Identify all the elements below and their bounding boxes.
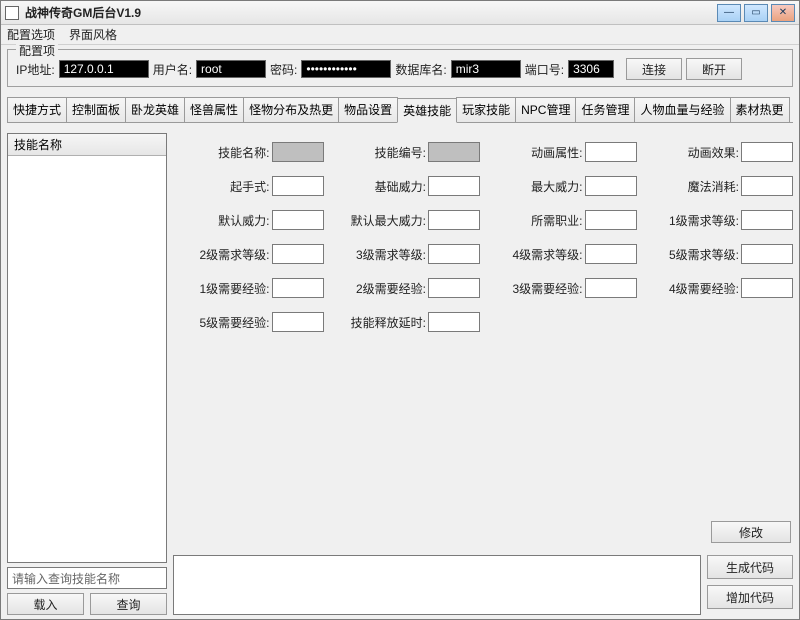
def-power-field[interactable] bbox=[272, 210, 324, 230]
left-column: 技能名称 请输入查询技能名称 载入 查询 bbox=[7, 133, 167, 615]
app-icon bbox=[5, 6, 19, 20]
window-title: 战神传奇GM后台V1.9 bbox=[25, 4, 717, 21]
config-legend: 配置项 bbox=[16, 42, 58, 59]
connect-button[interactable]: 连接 bbox=[626, 58, 682, 80]
skill-list-header: 技能名称 bbox=[8, 134, 166, 156]
tab-npc[interactable]: NPC管理 bbox=[515, 97, 576, 122]
lv4-req-field[interactable] bbox=[585, 244, 637, 264]
tabstrip: 快捷方式 控制面板 卧龙英雄 怪兽属性 怪物分布及热更 物品设置 英雄技能 玩家… bbox=[7, 97, 793, 123]
startup-field[interactable] bbox=[272, 176, 324, 196]
tab-control[interactable]: 控制面板 bbox=[66, 97, 126, 122]
right-column: 技能名称: 技能编号: 动画属性: 动画效果: 起手式: 基础威力: 最大威力:… bbox=[173, 133, 793, 615]
query-button[interactable]: 查询 bbox=[90, 593, 167, 615]
bottom-row: 生成代码 增加代码 bbox=[173, 555, 793, 615]
client-area: 配置项 IP地址: 用户名: 密码: 数据库名: 端口号: 连接 断开 快捷方式… bbox=[1, 45, 799, 619]
user-input[interactable] bbox=[196, 60, 266, 78]
modify-button[interactable]: 修改 bbox=[711, 521, 791, 543]
form-grid: 技能名称: 技能编号: 动画属性: 动画效果: 起手式: 基础威力: 最大威力:… bbox=[173, 133, 793, 513]
cast-delay-field[interactable] bbox=[428, 312, 480, 332]
tab-body: 技能名称 请输入查询技能名称 载入 查询 技能名称: 技能编号: 动画属性: 动… bbox=[7, 127, 793, 615]
lv3-exp-field[interactable] bbox=[585, 278, 637, 298]
skill-name-field[interactable] bbox=[272, 142, 324, 162]
lv5-req-field[interactable] bbox=[741, 244, 793, 264]
add-code-button[interactable]: 增加代码 bbox=[707, 585, 793, 609]
search-input[interactable]: 请输入查询技能名称 bbox=[7, 567, 167, 589]
base-power-field[interactable] bbox=[428, 176, 480, 196]
anim-attr-field[interactable] bbox=[585, 142, 637, 162]
tab-monster-attr[interactable]: 怪兽属性 bbox=[184, 97, 244, 122]
ip-input[interactable] bbox=[59, 60, 149, 78]
req-job-field[interactable] bbox=[585, 210, 637, 230]
user-label: 用户名: bbox=[153, 61, 192, 78]
lv2-exp-field[interactable] bbox=[428, 278, 480, 298]
db-label: 数据库名: bbox=[395, 61, 446, 78]
lv1-exp-field[interactable] bbox=[272, 278, 324, 298]
load-button[interactable]: 载入 bbox=[7, 593, 84, 615]
menu-style[interactable]: 界面风格 bbox=[69, 26, 117, 43]
lv4-exp-field[interactable] bbox=[741, 278, 793, 298]
mp-cost-field[interactable] bbox=[741, 176, 793, 196]
lv2-req-field[interactable] bbox=[272, 244, 324, 264]
lv5-exp-field[interactable] bbox=[272, 312, 324, 332]
config-fieldset: 配置项 IP地址: 用户名: 密码: 数据库名: 端口号: 连接 断开 bbox=[7, 49, 793, 87]
titlebar: 战神传奇GM后台V1.9 — ▭ ✕ bbox=[1, 1, 799, 25]
port-label: 端口号: bbox=[525, 61, 564, 78]
tab-monster-dist[interactable]: 怪物分布及热更 bbox=[243, 97, 339, 122]
main-window: 战神传奇GM后台V1.9 — ▭ ✕ 配置选项 界面风格 配置项 IP地址: 用… bbox=[0, 0, 800, 620]
skill-list[interactable]: 技能名称 bbox=[7, 133, 167, 563]
tab-player-skill[interactable]: 玩家技能 bbox=[456, 97, 516, 122]
port-input[interactable] bbox=[568, 60, 614, 78]
menu-config[interactable]: 配置选项 bbox=[7, 26, 55, 43]
disconnect-button[interactable]: 断开 bbox=[686, 58, 742, 80]
tab-wolong[interactable]: 卧龙英雄 bbox=[125, 97, 185, 122]
tab-shortcut[interactable]: 快捷方式 bbox=[7, 97, 67, 122]
maximize-button[interactable]: ▭ bbox=[744, 4, 768, 22]
tab-hero-skill[interactable]: 英雄技能 bbox=[397, 98, 457, 123]
gen-code-button[interactable]: 生成代码 bbox=[707, 555, 793, 579]
pass-input[interactable] bbox=[301, 60, 391, 78]
code-textarea[interactable] bbox=[173, 555, 701, 615]
menubar: 配置选项 界面风格 bbox=[1, 25, 799, 45]
skill-id-field[interactable] bbox=[428, 142, 480, 162]
tab-item[interactable]: 物品设置 bbox=[338, 97, 398, 122]
close-button[interactable]: ✕ bbox=[771, 4, 795, 22]
tab-quest[interactable]: 任务管理 bbox=[575, 97, 635, 122]
ip-label: IP地址: bbox=[16, 61, 55, 78]
max-power-field[interactable] bbox=[585, 176, 637, 196]
def-max-power-field[interactable] bbox=[428, 210, 480, 230]
tab-res-update[interactable]: 素材热更 bbox=[730, 97, 790, 122]
lv1-req-field[interactable] bbox=[741, 210, 793, 230]
lv3-req-field[interactable] bbox=[428, 244, 480, 264]
anim-effect-field[interactable] bbox=[741, 142, 793, 162]
tab-hp-exp[interactable]: 人物血量与经验 bbox=[634, 97, 730, 122]
pass-label: 密码: bbox=[270, 61, 297, 78]
db-input[interactable] bbox=[451, 60, 521, 78]
minimize-button[interactable]: — bbox=[717, 4, 741, 22]
